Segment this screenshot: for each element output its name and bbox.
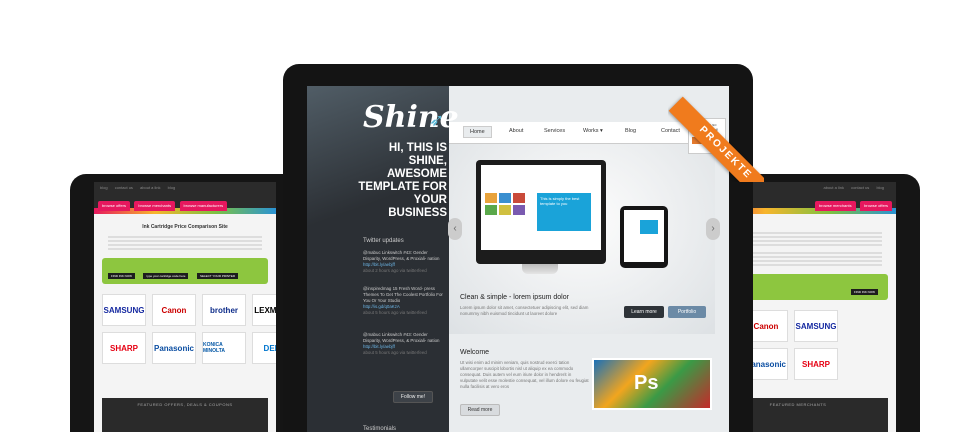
bird-icon: ➶ xyxy=(429,110,445,130)
find-ink-button[interactable]: FIND INK NOW xyxy=(851,289,878,295)
projekte-ribbon[interactable]: PROJEKTE xyxy=(668,96,764,182)
nav-about[interactable]: About xyxy=(509,128,523,134)
tweet-text: @mabuc Linkswitch #43: Gender Disparity,… xyxy=(363,250,440,261)
tab-browse-merchants[interactable]: browse merchants xyxy=(134,201,176,211)
brand-logo[interactable]: SAMSUNG xyxy=(102,294,146,326)
brand-logo[interactable]: Canon xyxy=(152,294,196,326)
software-collage-image: Ps xyxy=(592,358,712,410)
nav-home[interactable]: Home xyxy=(463,126,492,138)
brand-logo[interactable]: DELL xyxy=(252,332,276,364)
twitter-heading: Twitter updates xyxy=(363,238,404,244)
ipad-screen xyxy=(624,210,664,262)
image-tile xyxy=(485,193,497,203)
topbar-link[interactable]: about a link xyxy=(140,185,160,190)
photoshop-icon: Ps xyxy=(634,372,659,394)
hero-line: YOUR xyxy=(413,194,447,206)
topbar-link[interactable]: contact us xyxy=(115,185,133,190)
featured-offers-panel: FEATURED OFFERS, DEALS & COUPONS xyxy=(102,398,268,432)
slider-prev-arrow[interactable]: ‹ xyxy=(448,218,462,240)
topbar-link[interactable]: contact us xyxy=(851,185,869,190)
image-tile xyxy=(499,205,511,215)
hero-line: AWESOME xyxy=(386,168,447,180)
imac-tagline: This is simply the best template to you xyxy=(537,193,591,231)
image-tile xyxy=(499,193,511,203)
imac-mockup: This is simply the best template to you xyxy=(476,160,606,264)
hero-line: TEMPLATE FOR xyxy=(358,181,447,193)
showcase-stage: blog contact us about a link blog browse… xyxy=(0,0,978,432)
tweet-date: about 2 hours ago via twitterfeed xyxy=(363,268,427,273)
tweet-text: @inspiredmag 15 Fresh Word- press Themes… xyxy=(363,286,443,303)
imac-stand xyxy=(522,264,558,274)
tab-browse-offers[interactable]: browse offers xyxy=(98,201,130,211)
brand-logo[interactable]: Panasonic xyxy=(152,332,196,364)
tweet: @inspiredmag 15 Fresh Word- press Themes… xyxy=(363,286,445,316)
tweet: @mabuc Linkswitch #43: Gender Disparity,… xyxy=(363,332,445,356)
image-tile xyxy=(513,193,525,203)
corner-ribbon-wrap: PROJEKTE xyxy=(668,86,764,182)
slider-next-arrow[interactable]: › xyxy=(706,218,720,240)
shine-logo[interactable]: Shine xyxy=(363,100,459,135)
tab-browse-merchants[interactable]: browse merchants xyxy=(814,201,856,211)
topbar-link[interactable]: blog xyxy=(168,185,176,190)
hero-line: BUSINESS xyxy=(388,207,447,219)
find-ink-button[interactable]: FIND INK NOW xyxy=(108,273,135,279)
page-title: Ink Cartridge Price Comparison Site xyxy=(142,224,228,230)
read-more-button[interactable]: Read more xyxy=(460,404,500,416)
welcome-text: Ut wisi enim ad minim veniam, quis nostr… xyxy=(460,360,589,389)
tweet-date: about 5 hours ago via twitterfeed xyxy=(363,350,427,355)
left-monitor: blog contact us about a link blog browse… xyxy=(70,174,300,432)
nav-works[interactable]: Works ▾ xyxy=(583,128,603,134)
left-monitor-screen: blog contact us about a link blog browse… xyxy=(94,182,276,432)
tab-browse-manufacturers[interactable]: browse manufacturers xyxy=(179,201,228,211)
slide-caption: Clean & simple - lorem ipsum dolor xyxy=(460,294,569,301)
search-input[interactable]: type your cartridge code here xyxy=(143,273,189,279)
testimonials-heading: Testimonials xyxy=(363,426,397,432)
topbar-link[interactable]: blog xyxy=(100,185,108,190)
ipad-mockup xyxy=(620,206,668,268)
left-topbar: blog contact us about a link blog xyxy=(94,182,276,194)
brand-logo[interactable]: SHARP xyxy=(794,348,838,380)
image-tile xyxy=(485,205,497,215)
brand-logo[interactable]: SAMSUNG xyxy=(794,310,838,342)
tweet-date: about 5 hours ago via twitterfeed xyxy=(363,310,427,315)
imac-screen: This is simply the best template to you xyxy=(481,165,601,250)
nav-blog[interactable]: Blog xyxy=(625,128,636,134)
learn-more-button[interactable]: Learn more xyxy=(624,306,664,318)
ipad-banner xyxy=(640,220,658,234)
intro-paragraph xyxy=(108,236,262,250)
slide-caption-text: Lorem ipsum dolor sit amet, consectetuer… xyxy=(460,305,589,316)
brand-logos: SAMSUNG Canon brother LEXMARK SHARP Pana… xyxy=(102,294,276,364)
tab-browse-offers[interactable]: browse offers xyxy=(860,201,892,211)
brand-logo[interactable]: SHARP xyxy=(102,332,146,364)
brand-logo[interactable]: brother xyxy=(202,294,246,326)
left-column: Shine ➶ HI, THIS IS SHINE, AWESOME TEMPL… xyxy=(307,86,459,432)
featured-offers-heading: FEATURED OFFERS, DEALS & COUPONS xyxy=(137,402,233,407)
brand-logo[interactable]: LEXMARK xyxy=(252,294,276,326)
hero-line: HI, THIS IS xyxy=(388,142,447,154)
select-printer-prompt: SELECT YOUR PRINTER xyxy=(196,273,239,279)
portfolio-button[interactable]: Portfolio xyxy=(668,306,706,318)
image-tile xyxy=(513,205,525,215)
tweet-text: @mabuc Linkswitch #43: Gender Disparity,… xyxy=(363,332,440,343)
hero-headline: HI, THIS IS SHINE, AWESOME TEMPLATE FOR … xyxy=(337,142,447,220)
brand-logo[interactable]: KONICA MINOLTA xyxy=(202,332,246,364)
topbar-link[interactable]: blog xyxy=(876,185,884,190)
nav-services[interactable]: Services xyxy=(544,128,565,134)
left-tabs: browse offers browse merchants browse ma… xyxy=(94,194,276,211)
tweet: @mabuc Linkswitch #43: Gender Disparity,… xyxy=(363,250,445,274)
follow-me-button[interactable]: Follow me! xyxy=(393,391,433,403)
welcome-heading: Welcome xyxy=(460,349,490,356)
topbar-link[interactable]: about a link xyxy=(823,185,843,190)
hero-line: SHINE, xyxy=(408,155,447,167)
search-bar: FIND INK NOW type your cartridge code he… xyxy=(102,258,268,284)
